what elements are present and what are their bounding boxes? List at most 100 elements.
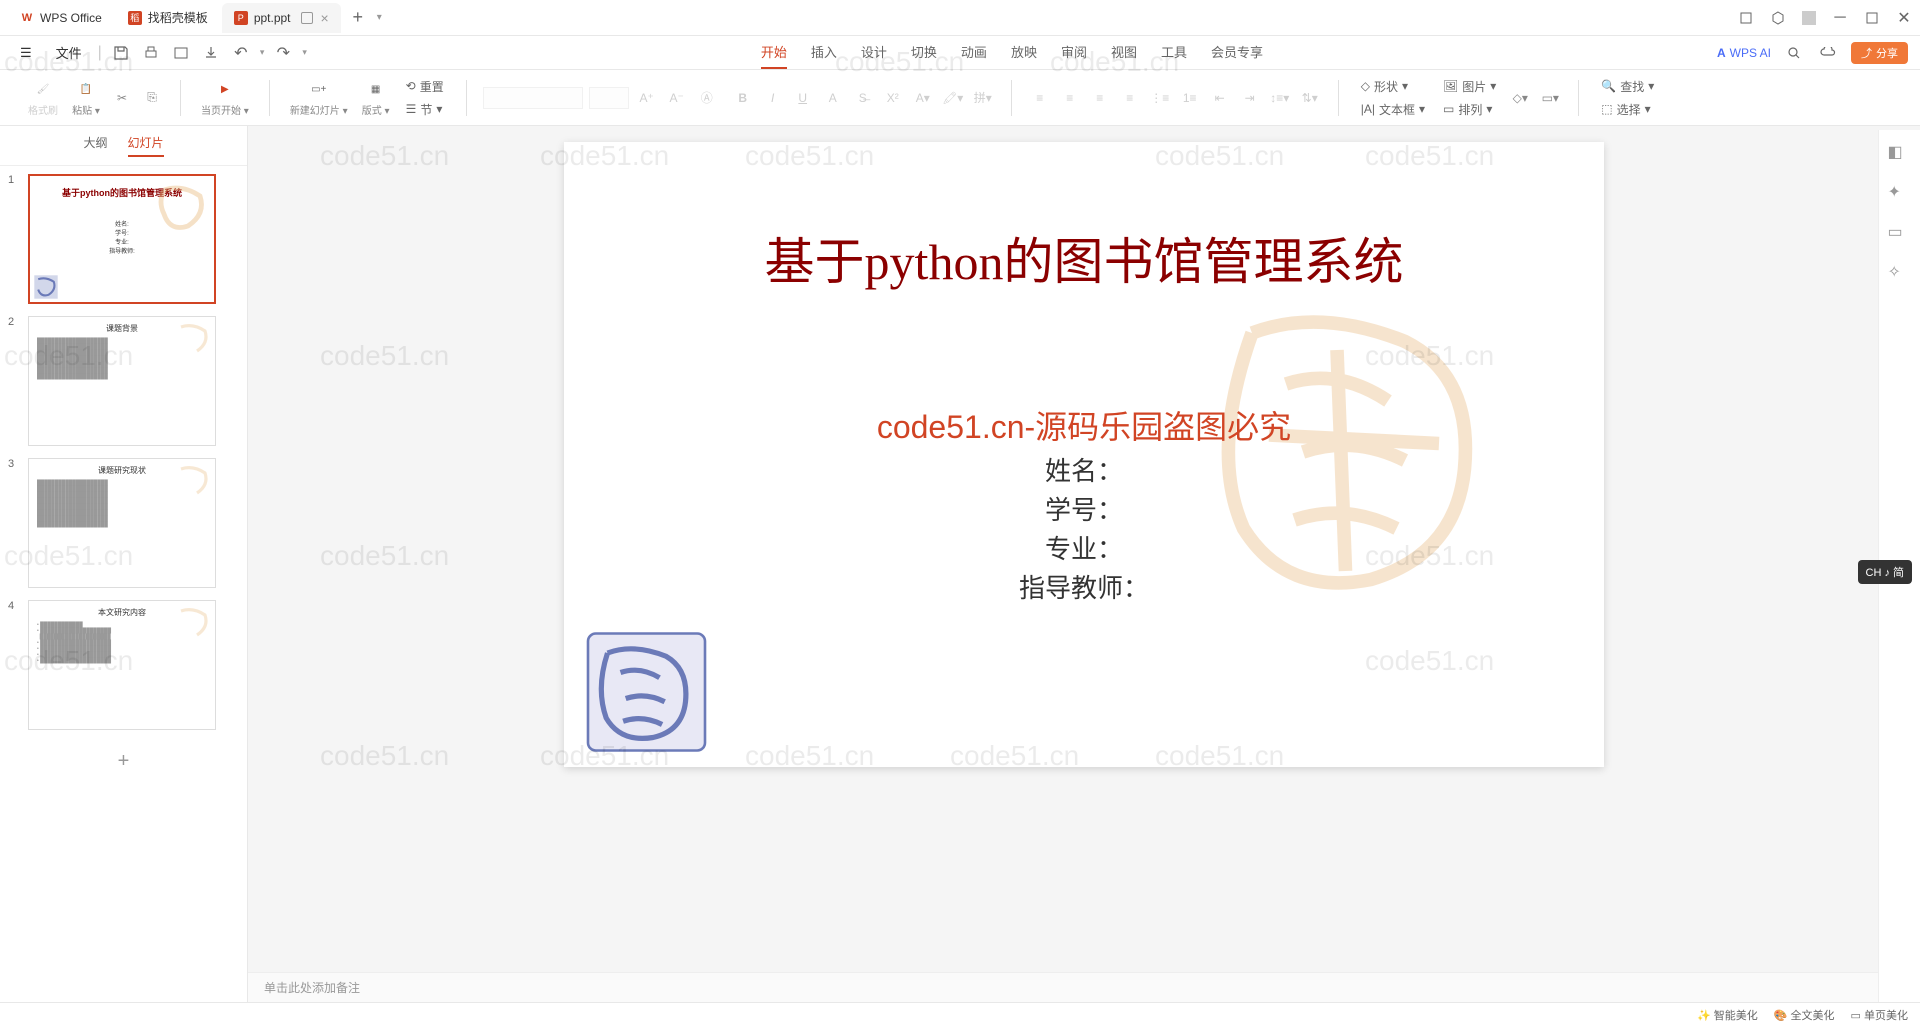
indent-increase-icon[interactable]: ⇥ bbox=[1238, 86, 1262, 110]
copy-icon[interactable]: ⎘ bbox=[140, 86, 164, 110]
outline-tab[interactable]: 大纲 bbox=[83, 134, 107, 157]
close-icon[interactable]: × bbox=[321, 10, 329, 26]
font-name-input[interactable] bbox=[483, 87, 583, 109]
style-icon[interactable]: ✦ bbox=[1888, 182, 1912, 206]
italic-icon[interactable]: I bbox=[761, 86, 785, 110]
new-slide-button[interactable]: ▭+ 新建幻灯片 ▾ bbox=[286, 76, 352, 119]
layer-icon[interactable]: ◧ bbox=[1888, 142, 1912, 166]
slide-title[interactable]: 基于python的图书馆管理系统 bbox=[564, 222, 1604, 294]
select-button[interactable]: ⬚ 选择 ▾ bbox=[1595, 99, 1660, 120]
menu-tab-animation[interactable]: 动画 bbox=[961, 36, 987, 69]
tab-wps-office[interactable]: W WPS Office bbox=[8, 3, 114, 33]
fill-icon[interactable]: ◇▾ bbox=[1508, 86, 1532, 110]
minimize-icon[interactable]: ─ bbox=[1832, 10, 1848, 26]
wps-icon: W bbox=[20, 11, 34, 25]
thumbnail-item[interactable]: 3 课题研究现状 ███████████████████████████████… bbox=[8, 458, 239, 588]
cloud-icon[interactable] bbox=[1817, 42, 1839, 64]
menu-tab-design[interactable]: 设计 bbox=[861, 36, 887, 69]
bullets-icon[interactable]: ⋮≡ bbox=[1148, 86, 1172, 110]
font-size-input[interactable] bbox=[589, 87, 629, 109]
find-button[interactable]: 🔍 查找 ▾ bbox=[1595, 76, 1660, 97]
arrange-button[interactable]: ▭ 排列 ▾ bbox=[1437, 99, 1502, 120]
window-restore-icon[interactable] bbox=[1738, 10, 1754, 26]
status-smart[interactable]: ✨ 智能美化 bbox=[1697, 1007, 1758, 1023]
thumbnail-item[interactable]: 1 基于python的图书馆管理系统 姓名:学号:专业:指导教师: bbox=[8, 174, 239, 304]
notes-bar[interactable]: 单击此处添加备注 bbox=[248, 972, 1920, 1002]
thumbnail-1[interactable]: 基于python的图书馆管理系统 姓名:学号:专业:指导教师: bbox=[28, 174, 216, 304]
from-current-button[interactable]: ▶ 当页开始 ▾ bbox=[197, 76, 253, 119]
cut-icon[interactable]: ✂ bbox=[110, 86, 134, 110]
file-menu[interactable]: 文件 bbox=[48, 43, 90, 62]
shadow-icon[interactable]: A bbox=[821, 86, 845, 110]
underline-icon[interactable]: U bbox=[791, 86, 815, 110]
tab-restore-icon[interactable] bbox=[301, 12, 313, 24]
menu-tab-review[interactable]: 审阅 bbox=[1061, 36, 1087, 69]
slides-tab[interactable]: 幻灯片 bbox=[128, 134, 164, 157]
menu-tab-transition[interactable]: 切换 bbox=[911, 36, 937, 69]
hamburger-icon[interactable]: ☰ bbox=[12, 45, 40, 61]
textbox-button[interactable]: |A| 文本框 ▾ bbox=[1355, 99, 1431, 120]
thumbnail-2[interactable]: 课题背景 ███████████████████████████████████… bbox=[28, 316, 216, 446]
cube-icon[interactable] bbox=[1770, 10, 1786, 26]
align-left-icon[interactable]: ≡ bbox=[1028, 86, 1052, 110]
add-slide-button[interactable]: + bbox=[118, 750, 130, 773]
menu-tab-slideshow[interactable]: 放映 bbox=[1011, 36, 1037, 69]
outline-icon[interactable]: ▭▾ bbox=[1538, 86, 1562, 110]
tab-add-button[interactable]: + bbox=[343, 7, 373, 28]
grid-icon[interactable] bbox=[1802, 11, 1816, 25]
print-icon[interactable] bbox=[140, 42, 162, 64]
object-icon[interactable]: ▭ bbox=[1888, 222, 1912, 246]
bold-icon[interactable]: B bbox=[731, 86, 755, 110]
indent-decrease-icon[interactable]: ⇤ bbox=[1208, 86, 1232, 110]
tab-menu-caret[interactable]: ▾ bbox=[377, 12, 382, 23]
menu-tab-start[interactable]: 开始 bbox=[761, 36, 787, 69]
slide-canvas[interactable]: 基于python的图书馆管理系统 code51.cn-源码乐园盗图必究 姓名： … bbox=[564, 142, 1604, 767]
paste-button[interactable]: 📋 粘贴 ▾ bbox=[68, 76, 104, 119]
preview-icon[interactable] bbox=[170, 42, 192, 64]
strikethrough-icon[interactable]: S̶ bbox=[851, 86, 875, 110]
picture-button[interactable]: 🖼 图片 ▾ bbox=[1437, 76, 1502, 97]
align-justify-icon[interactable]: ≡ bbox=[1118, 86, 1142, 110]
menu-tab-member[interactable]: 会员专享 bbox=[1211, 36, 1263, 69]
tab-ppt[interactable]: P ppt.ppt × bbox=[222, 3, 341, 33]
sections-button[interactable]: ☰ 节 ▾ bbox=[400, 99, 450, 120]
align-right-icon[interactable]: ≡ bbox=[1088, 86, 1112, 110]
format-painter-button[interactable]: 🖌 格式刷 bbox=[24, 76, 62, 119]
menu-tab-view[interactable]: 视图 bbox=[1111, 36, 1137, 69]
numbering-icon[interactable]: 1≡ bbox=[1178, 86, 1202, 110]
text-direction-icon[interactable]: ⇅▾ bbox=[1298, 86, 1322, 110]
reset-button[interactable]: ⟲ 重置 bbox=[400, 76, 450, 97]
thumbnail-3[interactable]: 课题研究现状 █████████████████████████████████… bbox=[28, 458, 216, 588]
font-increase-icon[interactable]: A⁺ bbox=[635, 86, 659, 110]
shape-button[interactable]: ◇ 形状 ▾ bbox=[1355, 76, 1431, 97]
undo-icon[interactable]: ↶ bbox=[230, 42, 252, 64]
pinyin-icon[interactable]: 拼▾ bbox=[971, 86, 995, 110]
line-spacing-icon[interactable]: ↕≡▾ bbox=[1268, 86, 1292, 110]
layout-button[interactable]: ▦ 版式 ▾ bbox=[358, 76, 394, 119]
menu-tab-insert[interactable]: 插入 bbox=[811, 36, 837, 69]
status-layout[interactable]: ▭ 单页美化 bbox=[1851, 1007, 1908, 1023]
export-icon[interactable] bbox=[200, 42, 222, 64]
redo-icon[interactable]: ↷ bbox=[272, 42, 294, 64]
share-button[interactable]: ⤴ 分享 bbox=[1851, 42, 1908, 64]
menu-tab-tools[interactable]: 工具 bbox=[1161, 36, 1187, 69]
highlight-icon[interactable]: 🖍▾ bbox=[941, 86, 965, 110]
status-theme[interactable]: 🎨 全文美化 bbox=[1774, 1007, 1835, 1023]
font-decrease-icon[interactable]: A⁻ bbox=[665, 86, 689, 110]
tab-template[interactable]: 稻 找稻壳模板 bbox=[116, 3, 220, 33]
superscript-icon[interactable]: X² bbox=[881, 86, 905, 110]
slide-fields[interactable]: 姓名： 学号： 专业： 指导教师： bbox=[564, 452, 1604, 608]
align-center-icon[interactable]: ≡ bbox=[1058, 86, 1082, 110]
thumbnail-item[interactable]: 2 课题背景 █████████████████████████████████… bbox=[8, 316, 239, 446]
font-color-icon[interactable]: A▾ bbox=[911, 86, 935, 110]
thumbnail-4[interactable]: 本文研究内容 • ████████████• █████████████████… bbox=[28, 600, 216, 730]
wps-ai-button[interactable]: AWPS AI bbox=[1717, 46, 1771, 60]
search-icon[interactable] bbox=[1783, 42, 1805, 64]
clear-format-icon[interactable]: Ⓐ bbox=[695, 86, 719, 110]
close-window-icon[interactable]: ✕ bbox=[1896, 10, 1912, 26]
animation-icon[interactable]: ✧ bbox=[1888, 262, 1912, 286]
maximize-icon[interactable] bbox=[1864, 10, 1880, 26]
ime-indicator[interactable]: CH ♪ 简 bbox=[1858, 560, 1913, 584]
thumbnail-item[interactable]: 4 本文研究内容 • ████████████• ███████████████… bbox=[8, 600, 239, 730]
save-icon[interactable] bbox=[110, 42, 132, 64]
